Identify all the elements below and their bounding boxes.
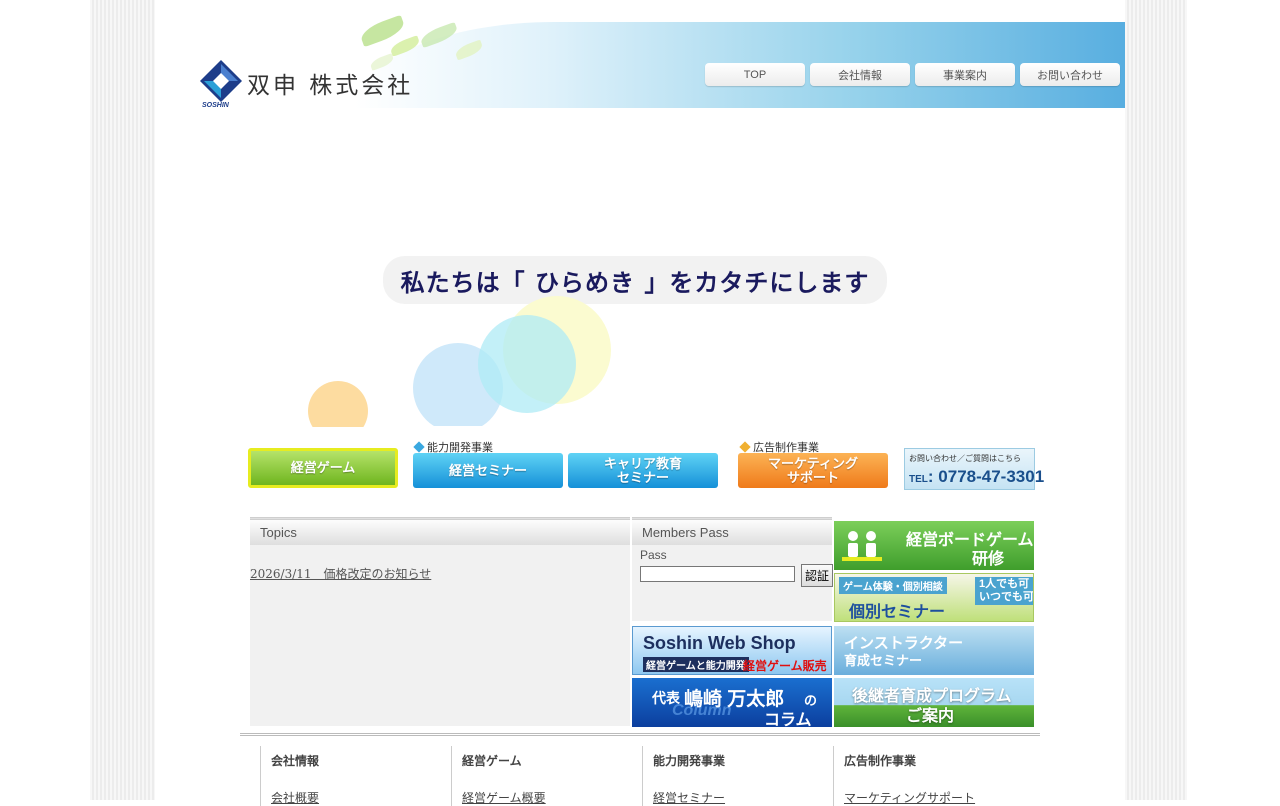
column-banner[interactable]: Column 代表 嶋崎 万太郎 の コラム — [632, 678, 832, 727]
webshop-banner[interactable]: Soshin Web Shop 経営ゲームと能力開発 経営ゲーム販売 — [632, 626, 832, 675]
sitemap-title: 会社情報 — [271, 754, 320, 768]
individual-side2: いつでも可 — [979, 591, 1034, 603]
nav-business[interactable]: 事業案内 — [915, 63, 1015, 86]
sitemap-title: 広告制作事業 — [844, 754, 917, 768]
people-icon — [842, 531, 882, 561]
marketing-line2: サポート — [786, 469, 839, 485]
tel-number: 0778-47-3301 — [938, 467, 1045, 486]
sitemap-link[interactable]: 会社概要 — [271, 789, 450, 806]
footer-divider — [240, 733, 1040, 736]
webshop-title: Soshin Web Shop — [643, 633, 796, 653]
tagline: 私たちは「 ひらめき 」をカタチにします — [400, 267, 870, 297]
background-stripes-left — [90, 0, 155, 800]
background-stripes-right — [1125, 0, 1187, 800]
nav-top[interactable]: TOP — [705, 63, 805, 86]
column-prefix: 代表 — [652, 690, 680, 706]
page-container: 双申 株式会社 SOSHIN TOP 会社情報 事業案内 お問い合わせ 私たちは… — [155, 0, 1125, 806]
keiei-seminar-button[interactable]: 経営セミナー — [413, 453, 563, 488]
individual-main: 個別セミナー — [849, 604, 946, 621]
pass-label: Pass — [640, 548, 667, 562]
nav-contact[interactable]: お問い合わせ — [1020, 63, 1120, 86]
board-game-line2: 研修 — [972, 551, 1005, 568]
sitemap-link[interactable]: 経営ゲーム概要 — [462, 789, 641, 806]
tel-prefix: TEL — [909, 474, 928, 485]
nav-company[interactable]: 会社情報 — [810, 63, 910, 86]
successor-line2: ご案内 — [906, 708, 955, 725]
career-line2: セミナー — [616, 469, 669, 485]
instructor-line2: 育成セミナー — [844, 653, 923, 668]
company-name: 双申 株式会社 — [247, 73, 414, 99]
logo-subtext: SOSHIN — [202, 102, 229, 109]
sitemap-link[interactable]: マーケティングサポート — [844, 789, 1023, 806]
sitemap-link[interactable]: 経営セミナー — [653, 789, 832, 806]
topics-panel: 2026/3/11 価格改定のお知らせ — [250, 545, 630, 726]
topic-link[interactable]: 2026/3/11 価格改定のお知らせ — [250, 565, 431, 582]
individual-side: 1人でも可 いつでも可 — [975, 577, 1034, 605]
topics-heading: Topics — [250, 517, 630, 545]
pass-input[interactable] — [640, 566, 795, 582]
sitemap-title: 経営ゲーム — [462, 754, 522, 768]
board-game-line1: 経営ボードゲーム — [906, 532, 1034, 549]
auth-button[interactable]: 認証 — [801, 564, 833, 587]
soshin-logo-icon — [200, 60, 242, 102]
sitemap-column-game: 経営ゲーム 経営ゲーム概要 — [451, 746, 641, 806]
sitemap-column-company: 会社情報 会社概要 — [260, 746, 450, 806]
header: 双申 株式会社 SOSHIN TOP 会社情報 事業案内 お問い合わせ — [155, 14, 1125, 109]
tagline-banner: 私たちは「 ひらめき 」をカタチにします — [383, 256, 887, 304]
members-heading: Members Pass — [632, 517, 832, 545]
individual-seminar-banner[interactable]: ゲーム体験・個別相談 個別セミナー 1人でも可 いつでも可 — [834, 573, 1034, 622]
diamond-icon — [413, 441, 425, 453]
column-word: コラム — [764, 712, 812, 727]
career-line1: キャリア教育 — [603, 455, 682, 471]
sitemap-column-ability: 能力開発事業 経営セミナー — [642, 746, 832, 806]
global-nav: TOP 会社情報 事業案内 お問い合わせ — [705, 63, 1120, 86]
marketing-support-button[interactable]: マーケティング サポート — [738, 453, 888, 488]
board-game-banner[interactable]: 経営ボードゲーム 研修 — [834, 521, 1034, 570]
decorative-circle — [308, 381, 368, 427]
contact-small-text: お問い合わせ／ご質問はこちら — [909, 454, 1021, 463]
successor-program-banner[interactable]: 後継者育成プログラム ご案内 — [834, 678, 1034, 727]
decorative-circle — [478, 315, 576, 413]
career-seminar-button[interactable]: キャリア教育 セミナー — [568, 453, 718, 488]
contact-phone-banner[interactable]: お問い合わせ／ご質問はこちら TEL: 0778-47-3301 — [904, 448, 1044, 490]
webshop-sub: 経営ゲームと能力開発 — [643, 657, 749, 672]
individual-side1: 1人でも可 — [979, 578, 1030, 590]
sitemap-title: 能力開発事業 — [653, 754, 726, 768]
keiei-game-button[interactable]: 経営ゲーム — [248, 448, 398, 488]
members-panel: Pass 認証 — [632, 545, 833, 621]
instructor-seminar-banner[interactable]: インストラクター 育成セミナー — [834, 626, 1034, 675]
webshop-red: 経営ゲーム販売 — [743, 659, 827, 673]
phone-number: TEL: 0778-47-3301 — [909, 467, 1045, 486]
marketing-line1: マーケティング — [768, 455, 858, 471]
sitemap-column-ad: 広告制作事業 マーケティングサポート — [833, 746, 1023, 806]
diamond-icon — [739, 441, 751, 453]
individual-top: ゲーム体験・個別相談 — [839, 577, 947, 594]
